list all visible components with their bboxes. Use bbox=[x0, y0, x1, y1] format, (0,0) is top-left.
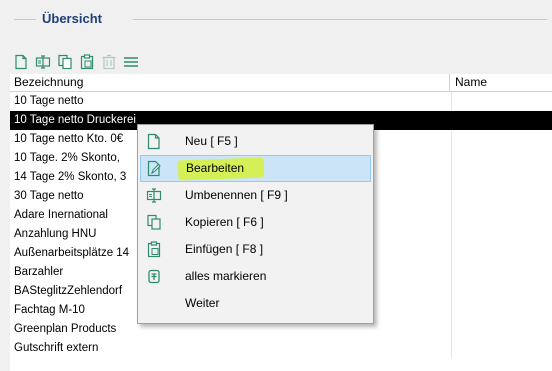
context-menu: Neu [ F5 ] Bearbeiten Umbenennen [ F9 ] bbox=[137, 124, 374, 324]
cell-name bbox=[451, 206, 552, 225]
menu-item-label: Weiter bbox=[185, 296, 220, 310]
paste-icon bbox=[146, 241, 162, 258]
toolbar-delete-button[interactable] bbox=[98, 52, 119, 72]
column-header-bezeichnung[interactable]: Bezeichnung bbox=[10, 74, 450, 91]
cell-name bbox=[451, 149, 552, 168]
cell-name bbox=[451, 339, 552, 358]
cell-name bbox=[451, 263, 552, 282]
edit-document-icon bbox=[146, 160, 162, 177]
cell-bezeichnung: Gutschrift extern bbox=[14, 342, 99, 354]
toolbar bbox=[10, 52, 141, 72]
menu-item-alles-markieren[interactable]: alles markieren bbox=[140, 263, 371, 290]
group-header: Übersicht bbox=[0, 10, 552, 30]
cell-name bbox=[451, 320, 552, 339]
cell-name bbox=[451, 225, 552, 244]
cell-name bbox=[451, 282, 552, 301]
cell-bezeichnung: 10 Tage netto bbox=[14, 95, 84, 107]
rename-icon bbox=[146, 187, 162, 204]
cell-name bbox=[451, 130, 552, 149]
copy-icon bbox=[146, 214, 162, 231]
toolbar-paste-button[interactable] bbox=[76, 52, 97, 72]
copy-icon bbox=[57, 54, 72, 70]
menu-icon bbox=[123, 57, 138, 67]
group-divider-right bbox=[133, 19, 547, 20]
menu-item-bearbeiten[interactable]: Bearbeiten bbox=[140, 155, 371, 182]
menu-item-label: Kopieren [ F6 ] bbox=[185, 215, 264, 229]
toolbar-menu-button[interactable] bbox=[120, 52, 141, 72]
cell-name bbox=[451, 168, 552, 187]
new-document-icon bbox=[146, 133, 162, 150]
menu-item-umbenennen[interactable]: Umbenennen [ F9 ] bbox=[140, 182, 371, 209]
toolbar-rename-button[interactable] bbox=[32, 52, 53, 72]
rename-icon bbox=[35, 55, 50, 69]
cell-name bbox=[451, 301, 552, 320]
table-row[interactable]: Gutschrift extern bbox=[10, 339, 552, 358]
select-all-icon bbox=[146, 268, 162, 285]
menu-item-kopieren[interactable]: Kopieren [ F6 ] bbox=[140, 209, 371, 236]
cell-name bbox=[451, 111, 552, 130]
column-header-name[interactable]: Name bbox=[451, 74, 552, 91]
cell-name bbox=[451, 244, 552, 263]
cell-name bbox=[451, 92, 552, 111]
menu-item-label: Umbenennen [ F9 ] bbox=[185, 188, 288, 202]
menu-item-label: alles markieren bbox=[185, 269, 267, 283]
menu-item-einfuegen[interactable]: Einfügen [ F8 ] bbox=[140, 236, 371, 263]
menu-item-label: Neu [ F5 ] bbox=[185, 134, 238, 148]
toolbar-copy-button[interactable] bbox=[54, 52, 75, 72]
menu-item-neu[interactable]: Neu [ F5 ] bbox=[140, 128, 371, 155]
group-divider-left bbox=[14, 19, 36, 20]
menu-item-weiter[interactable]: Weiter bbox=[140, 290, 371, 317]
table-row[interactable]: 10 Tage netto bbox=[10, 92, 552, 111]
grid-header: Bezeichnung Name bbox=[10, 74, 552, 92]
delete-icon bbox=[102, 54, 115, 70]
menu-item-label: Bearbeiten bbox=[186, 161, 245, 175]
group-title: Übersicht bbox=[42, 11, 102, 26]
paste-icon bbox=[80, 54, 93, 70]
cell-name bbox=[451, 187, 552, 206]
menu-item-label: Einfügen [ F8 ] bbox=[185, 242, 264, 256]
toolbar-new-button[interactable] bbox=[10, 52, 31, 72]
new-document-icon bbox=[14, 54, 27, 70]
